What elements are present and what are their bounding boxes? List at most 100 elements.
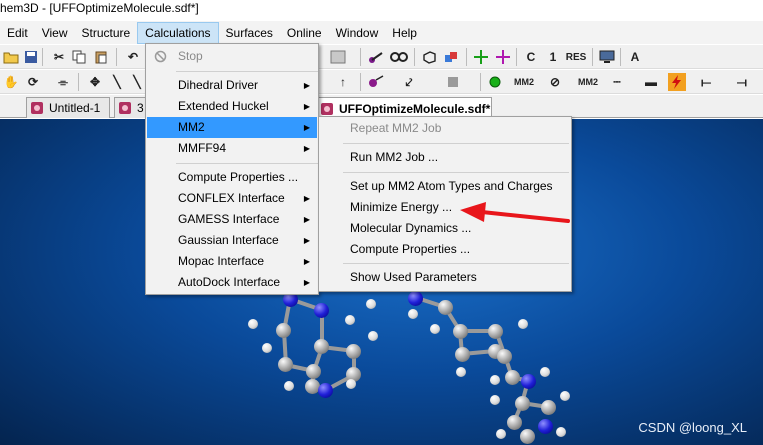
carbon-atom bbox=[505, 370, 520, 385]
calculations-menu: Stop Dihedral Driver ▶ Extended Huckel ▶ M… bbox=[145, 43, 319, 295]
lasso-icon[interactable]: ⌯ bbox=[54, 73, 72, 91]
bond-line-icon[interactable]: ⟝ bbox=[694, 73, 718, 91]
carbon-label-button[interactable]: C bbox=[522, 48, 540, 66]
color-swatch-icon[interactable] bbox=[330, 48, 346, 66]
menu-calculations[interactable]: Calculations bbox=[137, 21, 219, 44]
menu-item-molecular-dynamics[interactable]: Molecular Dynamics ... bbox=[320, 218, 570, 239]
copy-icon[interactable] bbox=[70, 48, 88, 66]
menu-item-repeat-mm2-job[interactable]: Repeat MM2 Job bbox=[320, 118, 570, 139]
translate-icon[interactable]: ✥ bbox=[86, 73, 104, 91]
submenu-arrow-icon: ▶ bbox=[303, 81, 310, 90]
mm2-submenu: Repeat MM2 Job Run MM2 Job ... Set up MM… bbox=[318, 116, 572, 292]
hydrogen-atom bbox=[430, 324, 440, 334]
ring-group-icon[interactable]: ▬ bbox=[640, 73, 662, 91]
run-green-icon[interactable] bbox=[486, 73, 504, 91]
save-icon[interactable] bbox=[22, 48, 40, 66]
hydrogen-atom bbox=[284, 381, 294, 391]
cube-color-icon[interactable] bbox=[442, 48, 460, 66]
menu-view[interactable]: View bbox=[35, 22, 75, 44]
undo-icon[interactable]: ↶ bbox=[124, 48, 142, 66]
text-tool-icon[interactable]: A bbox=[626, 48, 644, 66]
stop-disabled-icon[interactable]: ⊘ bbox=[546, 73, 564, 91]
double-bond-icon[interactable]: ╲ bbox=[128, 73, 146, 91]
menu-item-minimize-energy[interactable]: Minimize Energy ... bbox=[320, 197, 570, 218]
document-icon bbox=[321, 102, 333, 115]
carbon-atom bbox=[276, 323, 291, 338]
residue-label-button[interactable]: RES bbox=[564, 48, 588, 66]
menu-item-compute-properties[interactable]: Compute Properties ... bbox=[147, 167, 317, 188]
bond-type-icon[interactable]: ↑ bbox=[334, 73, 352, 91]
dotted-line-icon[interactable]: ┄ bbox=[606, 73, 628, 91]
menu-item-mopac-interface[interactable]: Mopac Interface ▶ bbox=[147, 251, 317, 272]
menu-help[interactable]: Help bbox=[385, 22, 424, 44]
tab-label: UFFOptimizeMolecule.sdf* bbox=[339, 101, 491, 116]
paste-icon[interactable] bbox=[92, 48, 110, 66]
menu-edit[interactable]: Edit bbox=[0, 22, 35, 44]
menu-item-show-used-parameters[interactable]: Show Used Parameters bbox=[320, 267, 570, 288]
hand-icon[interactable]: ✋ bbox=[2, 73, 20, 91]
hydrogen-atom bbox=[496, 429, 506, 439]
window-title: hem3D - [UFFOptimizeMolecule.sdf*] bbox=[0, 1, 199, 15]
tab-3[interactable]: 3 bbox=[114, 97, 148, 118]
carbon-atom bbox=[515, 396, 530, 411]
standard-toolbar: ✂ ↶ C 1 RES A bbox=[0, 45, 763, 69]
cube-icon[interactable] bbox=[420, 48, 438, 66]
menu-structure[interactable]: Structure bbox=[74, 22, 137, 44]
carbon-atom bbox=[438, 300, 453, 315]
menu-item-mm2-compute-properties[interactable]: Compute Properties ... bbox=[320, 239, 570, 260]
glasses-icon[interactable] bbox=[390, 48, 408, 66]
menu-item-gaussian-interface[interactable]: Gaussian Interface ▶ bbox=[147, 230, 317, 251]
menu-item-extended-huckel[interactable]: Extended Huckel ▶ bbox=[147, 96, 317, 117]
nitrogen-atom bbox=[318, 383, 333, 398]
menu-surfaces[interactable]: Surfaces bbox=[219, 22, 280, 44]
menu-item-mm2[interactable]: MM2 ▶ bbox=[147, 117, 317, 138]
axis-icon[interactable]: ⟞ bbox=[730, 73, 754, 91]
stop-icon bbox=[154, 50, 167, 63]
hydrogen-atom bbox=[456, 367, 466, 377]
open-folder-icon[interactable] bbox=[2, 48, 20, 66]
stop-square-icon[interactable] bbox=[444, 73, 462, 91]
bond-drag-icon[interactable]: ⤦ bbox=[400, 73, 418, 91]
window-title-bar: hem3D - [UFFOptimizeMolecule.sdf*] bbox=[0, 0, 763, 20]
menu-item-setup-mm2-atom-types[interactable]: Set up MM2 Atom Types and Charges bbox=[320, 176, 570, 197]
bond-ring-icon[interactable] bbox=[368, 48, 386, 66]
hydrogen-atom bbox=[368, 331, 378, 341]
menu-window[interactable]: Window bbox=[329, 22, 386, 44]
menu-item-dihedral-driver[interactable]: Dihedral Driver ▶ bbox=[147, 75, 317, 96]
submenu-arrow-icon: ▶ bbox=[303, 278, 310, 287]
hydrogen-atom bbox=[540, 367, 550, 377]
submenu-arrow-icon: ▶ bbox=[303, 123, 310, 132]
hydrogen-atom bbox=[366, 299, 376, 309]
single-bond-icon[interactable]: ╲ bbox=[108, 73, 126, 91]
menu-item-autodock-interface[interactable]: AutoDock Interface ▶ bbox=[147, 272, 317, 293]
submenu-arrow-icon: ▶ bbox=[303, 257, 310, 266]
hydrogen-atom bbox=[560, 391, 570, 401]
menu-item-run-mm2-job[interactable]: Run MM2 Job ... bbox=[320, 147, 570, 168]
document-tab-strip: Untitled-1 3 UFFOptimizeMolecule.sdf* bbox=[0, 95, 763, 119]
mm2-run-button[interactable]: MM2 bbox=[512, 73, 536, 91]
menu-item-stop[interactable]: Stop bbox=[147, 46, 317, 67]
nitrogen-atom bbox=[538, 419, 553, 434]
move-purple-icon[interactable] bbox=[494, 48, 512, 66]
menu-item-mmff94[interactable]: MMFF94 ▶ bbox=[147, 138, 317, 159]
move-green-icon[interactable] bbox=[472, 48, 490, 66]
monitor-icon[interactable] bbox=[598, 48, 616, 66]
mm2-dynamics-button[interactable]: MM2 bbox=[576, 73, 600, 91]
menu-item-conflex-interface[interactable]: CONFLEX Interface ▶ bbox=[147, 188, 317, 209]
menu-online[interactable]: Online bbox=[280, 22, 329, 44]
document-icon bbox=[31, 102, 43, 114]
serial-number-button[interactable]: 1 bbox=[544, 48, 562, 66]
submenu-arrow-icon: ▶ bbox=[303, 215, 310, 224]
menu-item-gamess-interface[interactable]: GAMESS Interface ▶ bbox=[147, 209, 317, 230]
hydrogen-atom bbox=[556, 427, 566, 437]
submenu-arrow-icon: ▶ bbox=[303, 102, 310, 111]
atom-add-icon[interactable] bbox=[366, 73, 384, 91]
rotate-icon[interactable]: ⟳ bbox=[24, 73, 42, 91]
hydrogen-atom bbox=[490, 395, 500, 405]
lightning-icon[interactable] bbox=[668, 73, 686, 91]
hydrogen-atom bbox=[490, 375, 500, 385]
model-toolbar: ✋ ⟳ ⌯ ✥ ╲ ╲ ↑ ⤦ MM2 ⊘ MM2 ┄ ▬ ⟝ ⟞ bbox=[0, 70, 763, 94]
carbon-atom bbox=[507, 415, 522, 430]
scissors-icon[interactable]: ✂ bbox=[50, 48, 68, 66]
tab-untitled-1[interactable]: Untitled-1 bbox=[26, 97, 110, 118]
